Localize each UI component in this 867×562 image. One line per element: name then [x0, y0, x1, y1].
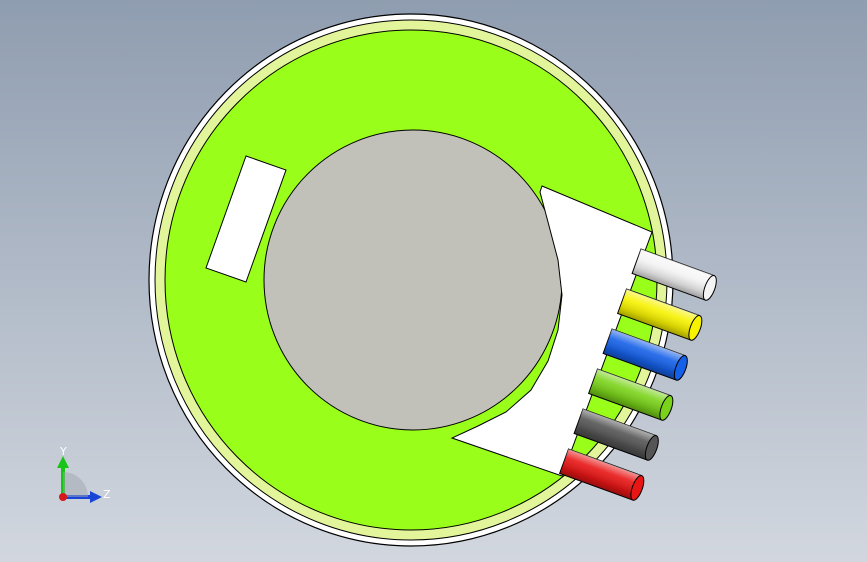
x-axis-dot: [59, 493, 67, 501]
center-hub[interactable]: [263, 129, 563, 431]
cad-viewport[interactable]: Y Z: [0, 0, 867, 562]
z-axis-label: Z: [103, 488, 111, 501]
cad-scene[interactable]: Y Z: [0, 0, 867, 562]
y-axis-label: Y: [59, 445, 67, 458]
